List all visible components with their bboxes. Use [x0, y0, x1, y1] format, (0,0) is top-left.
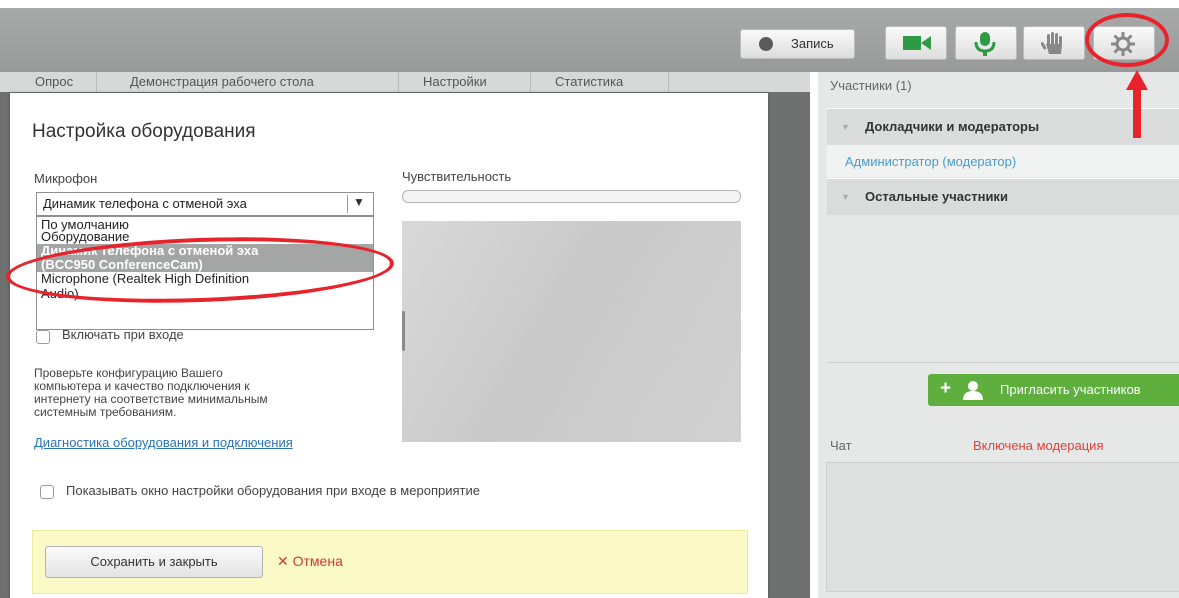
presenters-section-label: Докладчики и модераторы: [865, 119, 1040, 134]
diagnostics-link[interactable]: Диагностика оборудования и подключения: [34, 435, 293, 450]
user-icon: [963, 381, 983, 400]
plus-user-icon: +: [940, 378, 952, 399]
microphone-label: Микрофон: [34, 171, 98, 186]
camera-icon: [903, 36, 931, 50]
hardware-settings-dialog: Настройка оборудования Микрофон Чувствит…: [10, 93, 768, 598]
show-on-entry-checkbox[interactable]: [40, 485, 54, 499]
combo-divider: [347, 195, 348, 213]
dropdown-arrow-icon[interactable]: ▼: [353, 195, 365, 209]
chat-messages-area[interactable]: [826, 462, 1179, 592]
tab-divider: [530, 72, 531, 92]
cancel-button[interactable]: ✕ Отмена: [277, 553, 343, 570]
sensitivity-meter: [402, 190, 741, 203]
tab-divider: [668, 72, 669, 92]
requirements-line: системным требованиям.: [34, 405, 177, 419]
microphone-icon: [974, 32, 996, 56]
record-label: Запись: [791, 36, 834, 51]
tab-divider: [398, 72, 399, 92]
tab-divider: [96, 72, 97, 92]
enable-on-entry-checkbox[interactable]: [36, 330, 50, 344]
highlight-ellipse-settings: [1085, 13, 1169, 67]
camera-button[interactable]: [885, 26, 947, 60]
dialog-title: Настройка оборудования: [32, 121, 256, 142]
others-section-label: Остальные участники: [865, 189, 1008, 204]
invite-label: Пригласить участников: [1000, 382, 1141, 397]
chat-header: Чат Включена модерация: [818, 432, 1179, 458]
dialog-footer: Сохранить и закрыть ✕ Отмена: [32, 530, 748, 594]
raise-hand-button[interactable]: [1023, 26, 1085, 60]
record-dot-icon: [759, 37, 773, 51]
raise-hand-icon: [1041, 32, 1062, 54]
record-button[interactable]: Запись: [740, 29, 855, 59]
tab-desktop-share[interactable]: Демонстрация рабочего стола: [130, 74, 314, 89]
close-x-icon: ✕: [277, 553, 289, 569]
participant-name: Администратор (модератор): [845, 154, 1017, 169]
tab-poll[interactable]: Опрос: [35, 74, 73, 89]
save-and-close-button[interactable]: Сохранить и закрыть: [45, 546, 263, 578]
invite-participants-button[interactable]: + Пригласить участников: [928, 374, 1179, 406]
camera-preview: [402, 221, 741, 442]
moderation-status: Включена модерация: [973, 438, 1104, 453]
enable-on-entry-label: Включать при входе: [62, 327, 184, 342]
chat-title: Чат: [830, 438, 852, 453]
presenters-section-header[interactable]: ▼ Докладчики и модераторы: [827, 108, 1179, 145]
sensitivity-label: Чувствительность: [402, 169, 512, 184]
microphone-select[interactable]: Динамик телефона с отменой эха ▼: [36, 192, 374, 216]
others-section-header[interactable]: ▼ Остальные участники: [827, 178, 1179, 215]
microphone-button[interactable]: [955, 26, 1017, 60]
tabs-strip: Опрос Демонстрация рабочего стола Настро…: [0, 72, 810, 93]
participants-title: Участники (1): [830, 78, 912, 93]
arrow-shaft: [1133, 88, 1141, 138]
preview-shadow: [402, 311, 405, 351]
cancel-label: Отмена: [292, 553, 343, 569]
tab-settings[interactable]: Настройки: [423, 74, 487, 89]
tab-statistics[interactable]: Статистика: [555, 74, 623, 89]
collapse-triangle-icon: ▼: [841, 122, 850, 132]
selected-device: Динамик телефона с отменой эха: [43, 196, 247, 211]
panel-divider: [827, 362, 1179, 363]
show-on-entry-label: Показывать окно настройки оборудования п…: [66, 483, 480, 498]
participant-row[interactable]: Администратор (модератор): [827, 145, 1179, 177]
collapse-triangle-icon: ▼: [841, 192, 850, 202]
requirements-text: Проверьте конфигурацию Вашего компьютера…: [34, 367, 364, 419]
arrow-up-icon: [1126, 70, 1148, 90]
